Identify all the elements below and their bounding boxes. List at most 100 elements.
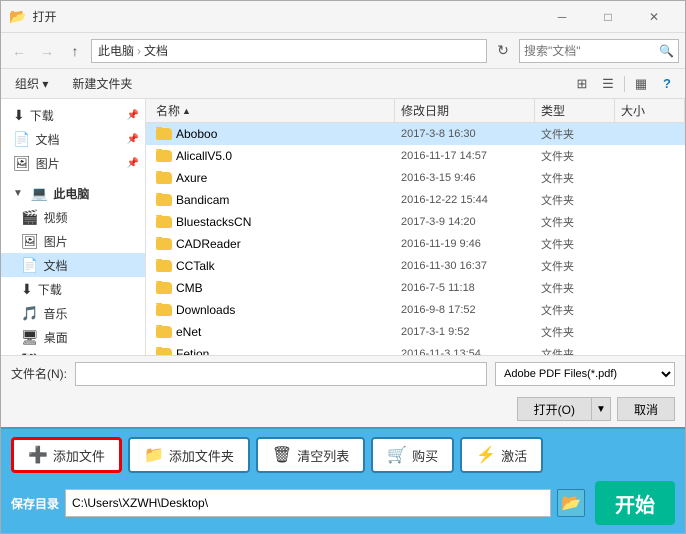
file-name-cell: eNet [150, 325, 395, 339]
collapse-icon: ▼ [13, 188, 23, 199]
folder-icon [156, 194, 172, 206]
docs2-icon: 📄 [21, 257, 38, 274]
table-row[interactable]: Downloads 2016-9-8 17:52 文件夹 [146, 299, 685, 321]
sidebar-item-label: 下载 [38, 281, 62, 298]
file-date-cell: 2016-11-30 16:37 [395, 260, 535, 272]
add-file-icon: ➕ [28, 445, 48, 465]
search-box: 🔍 [519, 39, 679, 63]
table-row[interactable]: Aboboo 2017-3-8 16:30 文件夹 [146, 123, 685, 145]
download-icon: ⬇ [13, 107, 25, 124]
cancel-button[interactable]: 取消 [617, 397, 675, 421]
folder-icon [156, 304, 172, 316]
table-row[interactable]: CCTalk 2016-11-30 16:37 文件夹 [146, 255, 685, 277]
file-type-cell: 文件夹 [535, 214, 615, 230]
sidebar: ⬇ 下载 📌 📄 文档 📌 🖼 图片 📌 ▼ 💻 此电脑 🎬 [1, 99, 146, 355]
table-row[interactable]: Axure 2016-3-15 9:46 文件夹 [146, 167, 685, 189]
file-date-cell: 2016-9-8 17:52 [395, 304, 535, 316]
help-icon[interactable]: ? [655, 72, 679, 96]
add-folder-button[interactable]: 📁 添加文件夹 [128, 437, 250, 473]
open-button[interactable]: 打开(O) [517, 397, 591, 421]
file-name-cell: Axure [150, 171, 395, 185]
col-header-size[interactable]: 大小 [615, 99, 685, 122]
save-dir-bar: 保存目录 📂 开始 [1, 481, 685, 533]
toolbar: 组织 ▾ 新建文件夹 ⊞ ☰ ▦ ? [1, 69, 685, 99]
sidebar-item-docs2[interactable]: 📄 文档 [1, 253, 145, 277]
sidebar-item-dl2[interactable]: ⬇ 下载 [1, 277, 145, 301]
pin-icon: 📌 [127, 110, 139, 121]
folder-icon [156, 348, 172, 355]
up-button[interactable]: ↑ [63, 39, 87, 63]
organize-button[interactable]: 组织 ▾ [7, 72, 56, 96]
filetype-select[interactable]: Adobe PDF Files(*.pdf) [495, 362, 675, 386]
add-file-button[interactable]: ➕ 添加文件 [11, 437, 122, 473]
buy-button[interactable]: 🛒 购买 [371, 437, 454, 473]
video-icon: 🎬 [21, 209, 38, 226]
maximize-button[interactable]: □ [585, 1, 631, 33]
file-list-header: 名称 ▲ 修改日期 类型 大小 [146, 99, 685, 123]
sidebar-item-pics[interactable]: 🖼 图片 📌 [1, 151, 145, 175]
file-name-cell: Bandicam [150, 193, 395, 207]
file-date-cell: 2016-7-5 11:18 [395, 282, 535, 294]
save-dir-label: 保存目录 [11, 495, 59, 512]
activate-button[interactable]: ⚡ 激活 [460, 437, 543, 473]
col-header-type[interactable]: 类型 [535, 99, 615, 122]
sort-icon: ▲ [182, 106, 191, 116]
breadcrumb[interactable]: 此电脑 › 文档 [91, 39, 487, 63]
file-type-cell: 文件夹 [535, 170, 615, 186]
file-date-cell: 2016-12-22 15:44 [395, 194, 535, 206]
file-type-cell: 文件夹 [535, 346, 615, 355]
table-row[interactable]: AlicallV5.0 2016-11-17 14:57 文件夹 [146, 145, 685, 167]
table-row[interactable]: CADReader 2016-11-19 9:46 文件夹 [146, 233, 685, 255]
view-large-icon[interactable]: ⊞ [570, 72, 594, 96]
sidebar-item-docs[interactable]: 📄 文档 📌 [1, 127, 145, 151]
table-row[interactable]: Fetion 2016-11-3 13:54 文件夹 [146, 343, 685, 355]
add-folder-icon: 📁 [144, 445, 164, 465]
view-details-icon[interactable]: ▦ [629, 72, 653, 96]
close-button[interactable]: ✕ [631, 1, 677, 33]
pin-icon2: 📌 [127, 134, 139, 145]
open-dropdown-button[interactable]: ▼ [591, 397, 611, 421]
back-button[interactable]: ← [7, 39, 31, 63]
docs-icon: 📄 [13, 131, 30, 148]
col-header-date[interactable]: 修改日期 [395, 99, 535, 122]
col-header-name[interactable]: 名称 ▲ [150, 99, 395, 122]
file-name-cell: Downloads [150, 303, 395, 317]
file-list: 名称 ▲ 修改日期 类型 大小 Aboboo 2017-3-8 16:30 文件… [146, 99, 685, 355]
view-list-icon[interactable]: ☰ [596, 72, 620, 96]
sidebar-item-music[interactable]: 🎵 音乐 [1, 301, 145, 325]
refresh-button[interactable]: ↻ [491, 39, 515, 63]
sidebar-item-video[interactable]: 🎬 视频 [1, 205, 145, 229]
clear-list-button[interactable]: 🗑 清空列表 [256, 437, 365, 473]
folder-icon [156, 260, 172, 272]
forward-button[interactable]: → [35, 39, 59, 63]
sidebar-item-thispc[interactable]: ▼ 💻 此电脑 [1, 181, 145, 205]
sidebar-item-download[interactable]: ⬇ 下载 📌 [1, 103, 145, 127]
filename-input[interactable] [75, 362, 487, 386]
save-dir-input[interactable] [65, 489, 551, 517]
table-row[interactable]: Bandicam 2016-12-22 15:44 文件夹 [146, 189, 685, 211]
view-buttons: ⊞ ☰ ▦ ? [570, 72, 679, 96]
dl2-icon: ⬇ [21, 281, 33, 298]
minimize-button[interactable]: ─ [539, 1, 585, 33]
window-icon: 📂 [9, 8, 26, 25]
sidebar-item-label: 视频 [43, 209, 67, 226]
sidebar-item-label: 下载 [30, 107, 54, 124]
sidebar-item-pics2[interactable]: 🖼 图片 [1, 229, 145, 253]
start-button[interactable]: 开始 [595, 481, 675, 525]
breadcrumb-docs: 文档 [144, 42, 168, 59]
address-bar: ← → ↑ 此电脑 › 文档 ↻ 🔍 [1, 33, 685, 69]
browse-folder-button[interactable]: 📂 [557, 489, 585, 517]
table-row[interactable]: CMB 2016-7-5 11:18 文件夹 [146, 277, 685, 299]
search-input[interactable] [524, 44, 659, 58]
table-row[interactable]: BluestacksCN 2017-3-9 14:20 文件夹 [146, 211, 685, 233]
new-folder-button[interactable]: 新建文件夹 [64, 72, 140, 96]
open-btn-group: 打开(O) ▼ [517, 397, 611, 421]
add-folder-label: 添加文件夹 [169, 446, 234, 465]
sidebar-item-desktop[interactable]: 🖥 桌面 [1, 325, 145, 349]
file-date-cell: 2016-11-17 14:57 [395, 150, 535, 162]
file-type-cell: 文件夹 [535, 324, 615, 340]
file-type-cell: 文件夹 [535, 302, 615, 318]
table-row[interactable]: eNet 2017-3-1 9:52 文件夹 [146, 321, 685, 343]
clear-list-icon: 🗑 [272, 445, 292, 465]
main-area: ⬇ 下载 📌 📄 文档 📌 🖼 图片 📌 ▼ 💻 此电脑 🎬 [1, 99, 685, 355]
